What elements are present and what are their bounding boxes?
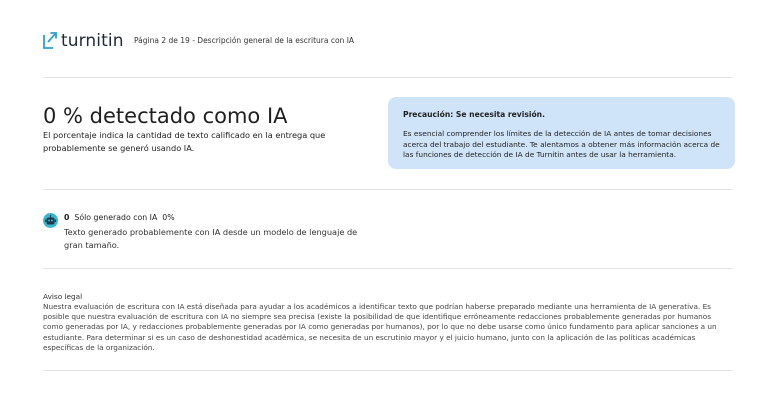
robot-icon [43,213,58,228]
divider [43,268,732,269]
ai-detected-headline: 0 % detectado como IA [43,104,288,128]
divider [43,370,732,371]
category-label: Sólo generado con IA [74,213,158,222]
turnitin-logo: turnitin [43,30,124,51]
page-info: Página 2 de 19 - Descripción general de … [134,36,355,45]
category-count: 0 [64,213,70,222]
divider [43,189,732,190]
caution-body: Es esencial comprender los límites de la… [403,129,720,160]
page-header: turnitin Página 2 de 19 - Descripción ge… [43,30,732,54]
logo-text: turnitin [61,31,124,51]
category-description: Texto generado probablemente con IA desd… [64,227,358,250]
headline-description: El porcentaje indica la cantidad de text… [43,130,326,153]
legal-title: Aviso legal [43,292,83,301]
caution-box: Precaución: Se necesita revisión. Es ese… [388,97,735,169]
category-line: 0 Sólo generado con IA 0% [64,213,175,222]
legal-body: Nuestra evaluación de escritura con IA e… [43,302,717,352]
category-percent: 0% [162,213,175,222]
turnitin-mark-icon [43,31,57,49]
caution-title: Precaución: Se necesita revisión. [403,110,545,119]
divider [43,77,732,78]
